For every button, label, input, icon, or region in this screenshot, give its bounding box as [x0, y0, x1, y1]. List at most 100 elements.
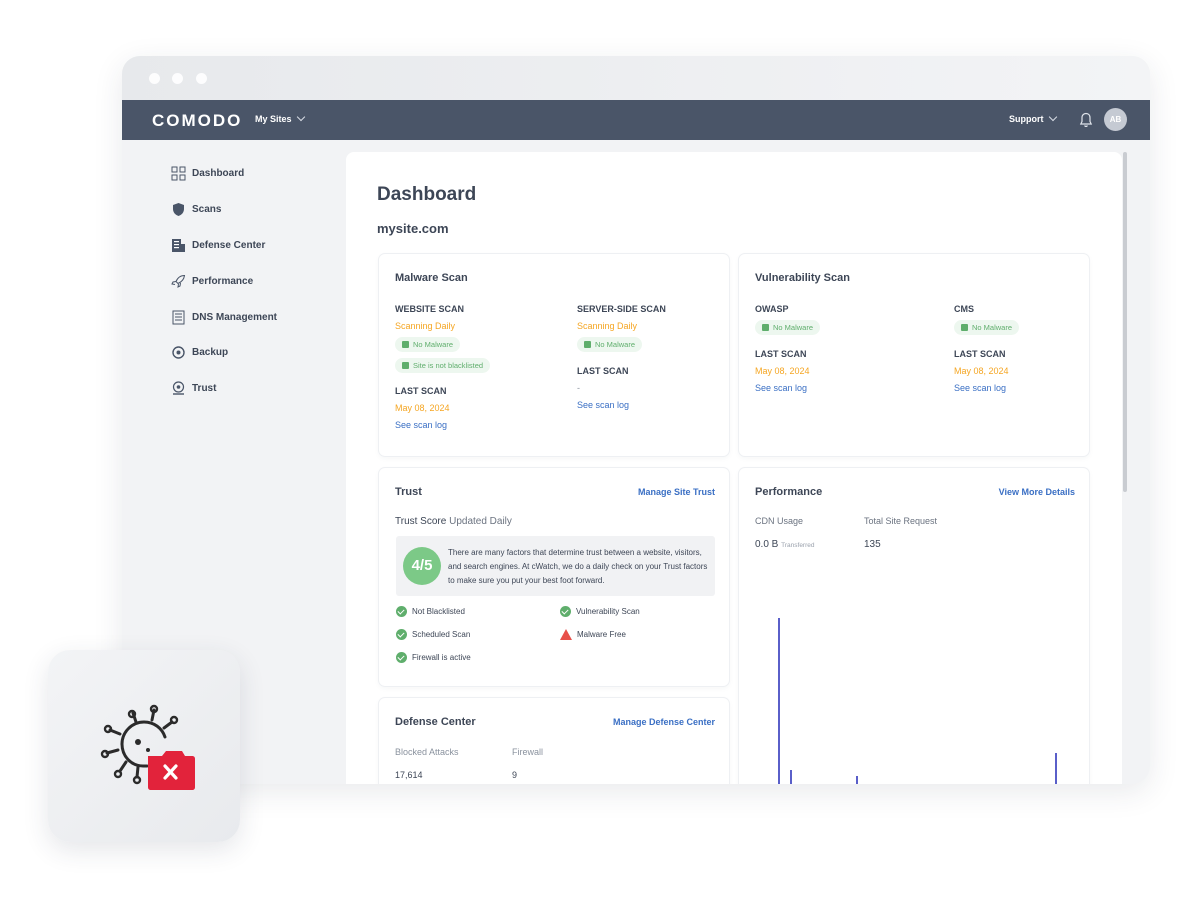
- badge-text: No Malware: [972, 323, 1013, 332]
- sidebar-item-trust[interactable]: Trust: [171, 378, 216, 398]
- avatar[interactable]: AB: [1104, 108, 1127, 131]
- sidebar-item-defense-center[interactable]: Defense Center: [171, 235, 265, 255]
- scrollbar[interactable]: [1123, 152, 1127, 492]
- sidebar-item-performance[interactable]: Performance: [171, 271, 253, 291]
- sidebar-item-dns-management[interactable]: DNS Management: [171, 307, 277, 327]
- trust-check-item: Not Blacklisted: [396, 606, 465, 617]
- window-dot-maximize[interactable]: [196, 73, 207, 84]
- chart-bar: [790, 770, 792, 784]
- total-site-request-label: Total Site Request: [864, 516, 938, 526]
- sidebar-item-scans[interactable]: Scans: [171, 199, 221, 219]
- backup-icon: [172, 345, 185, 359]
- thumbs-up-icon: [961, 324, 968, 331]
- status-badge: No Malware: [577, 337, 643, 352]
- cms-label: CMS: [954, 304, 974, 314]
- my-sites-dropdown[interactable]: My Sites: [255, 112, 305, 124]
- thumbs-up-icon: [584, 341, 591, 348]
- sidebar-item-label: Dashboard: [192, 167, 245, 179]
- malware-scan-card: Malware Scan WEBSITE SCAN Scanning Daily…: [379, 254, 729, 456]
- main-content: Dashboard mysite.com Malware Scan WEBSIT…: [346, 152, 1122, 784]
- see-scan-log-link[interactable]: See scan log: [395, 420, 447, 430]
- status-badge: No Malware: [755, 320, 821, 335]
- check-circle-icon: [560, 606, 571, 617]
- window-dot-close[interactable]: [149, 73, 160, 84]
- trust-description: There are many factors that determine tr…: [448, 548, 708, 585]
- check-label: Scheduled Scan: [412, 630, 471, 639]
- cdn-usage-label: CDN Usage: [755, 516, 804, 526]
- trust-score-subtitle: Updated Daily: [449, 516, 512, 527]
- title-bar: [122, 56, 1150, 100]
- support-dropdown[interactable]: Support: [1009, 112, 1057, 124]
- manage-defense-center-link[interactable]: Manage Defense Center: [613, 717, 715, 727]
- cdn-value: 0.0 B: [755, 539, 779, 550]
- check-label: Firewall is active: [412, 653, 471, 662]
- card-title: Vulnerability Scan: [755, 272, 850, 284]
- malware-bug-icon: [100, 704, 195, 790]
- manage-site-trust-link[interactable]: Manage Site Trust: [638, 487, 715, 497]
- check-label: Malware Free: [577, 630, 626, 639]
- last-scan-date: May 08, 2024: [395, 403, 450, 413]
- defense-center-card: Defense Center Manage Defense Center Blo…: [379, 698, 729, 784]
- cdn-unit: Transferred: [781, 542, 815, 549]
- chevron-down-icon: [296, 112, 305, 122]
- chevron-down-icon: [1048, 112, 1057, 122]
- support-label: Support: [1009, 114, 1044, 124]
- website-scan-label: WEBSITE SCAN: [395, 304, 465, 314]
- window-dot-minimize[interactable]: [172, 73, 183, 84]
- check-circle-icon: [396, 606, 407, 617]
- browser-window: COMODO My Sites Support AB Dashboard Sca…: [122, 56, 1150, 784]
- chart-bar: [778, 618, 780, 784]
- dns-icon: [172, 310, 185, 324]
- server-icon: [172, 238, 185, 252]
- sidebar-item-label: DNS Management: [192, 311, 278, 323]
- bell-icon[interactable]: [1079, 112, 1093, 128]
- trust-info-box: 4/5 There are many factors that determin…: [396, 536, 715, 596]
- sidebar-item-backup[interactable]: Backup: [171, 342, 228, 362]
- rocket-icon: [171, 274, 186, 288]
- badge-text: No Malware: [413, 340, 454, 349]
- thumbs-up-icon: [402, 362, 409, 369]
- card-title: Trust: [395, 486, 422, 498]
- blocked-attacks-value: 17,614: [395, 770, 423, 780]
- chart-bar: [1055, 753, 1057, 784]
- server-scan-frequency: Scanning Daily: [577, 321, 638, 331]
- last-scan-date: May 08, 2024: [954, 366, 1009, 376]
- badge-text: No Malware: [773, 323, 814, 332]
- owasp-label: OWASP: [755, 304, 789, 314]
- last-scan-label: LAST SCAN: [755, 349, 807, 359]
- last-scan-date: -: [577, 383, 580, 393]
- sidebar-item-label: Defense Center: [192, 239, 266, 251]
- status-badge: No Malware: [954, 320, 1020, 335]
- sidebar-item-dashboard[interactable]: Dashboard: [171, 163, 244, 183]
- last-scan-date: May 08, 2024: [755, 366, 810, 376]
- see-scan-log-link[interactable]: See scan log: [577, 400, 629, 410]
- website-scan-frequency: Scanning Daily: [395, 321, 456, 331]
- badge-text: No Malware: [595, 340, 636, 349]
- sidebar-item-label: Trust: [192, 382, 217, 394]
- firewall-value: 9: [512, 770, 518, 780]
- see-scan-log-link[interactable]: See scan log: [755, 383, 807, 393]
- my-sites-label: My Sites: [255, 114, 292, 124]
- thumbs-up-icon: [402, 341, 409, 348]
- blocked-attacks-label: Blocked Attacks: [395, 747, 459, 757]
- server-scan-label: SERVER-SIDE SCAN: [577, 304, 666, 314]
- chart-bar: [856, 776, 858, 784]
- trust-check-item: Vulnerability Scan: [560, 606, 640, 617]
- trust-card: Trust Manage Site Trust Trust Score Upda…: [379, 468, 729, 686]
- sidebar-item-label: Performance: [192, 275, 254, 287]
- badge-text: Site is not blacklisted: [413, 361, 484, 370]
- comodo-logo[interactable]: COMODO: [152, 111, 242, 131]
- check-circle-icon: [396, 629, 407, 640]
- dashboard-icon: [171, 166, 186, 180]
- trust-score-title: Trust Score: [395, 516, 447, 527]
- see-scan-log-link[interactable]: See scan log: [954, 383, 1006, 393]
- trust-check-item: Scheduled Scan: [396, 629, 470, 640]
- view-more-details-link[interactable]: View More Details: [999, 487, 1075, 497]
- firewall-label: Firewall: [512, 747, 544, 757]
- cdn-usage-value: 0.0 B Transferred: [755, 539, 815, 550]
- page-title: Dashboard: [377, 184, 477, 205]
- sidebar-item-label: Scans: [192, 203, 222, 215]
- sidebar-item-label: Backup: [192, 346, 229, 358]
- site-name: mysite.com: [377, 221, 449, 236]
- card-title: Defense Center: [395, 716, 476, 728]
